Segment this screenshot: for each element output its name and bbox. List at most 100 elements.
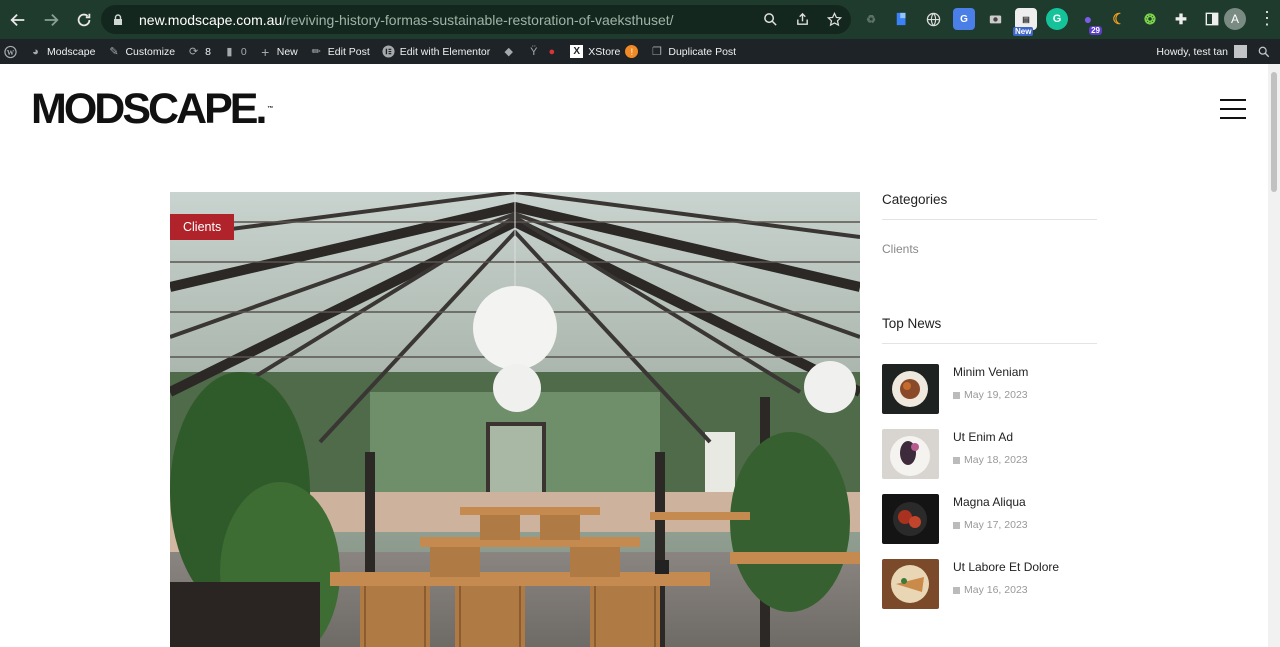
reload-button[interactable]	[69, 5, 99, 35]
howdy-user-link[interactable]: Howdy, test tan	[1156, 46, 1234, 58]
forward-button[interactable]	[36, 5, 66, 35]
wordpress-icon: W	[4, 45, 17, 58]
updates-link[interactable]: ⟳ 8	[181, 39, 217, 64]
xstore-icon: X	[570, 45, 584, 58]
pencil-icon: ✏	[311, 46, 321, 58]
bookmark-star-icon[interactable]	[825, 10, 843, 28]
news-item[interactable]: Minim Veniam May 19, 2023	[882, 364, 1097, 429]
news-thumbnail[interactable]	[882, 364, 939, 414]
comments-link[interactable]: ▮ 0	[217, 39, 253, 64]
reload-icon	[77, 13, 91, 26]
news-item[interactable]: Ut Labore Et Dolore May 16, 2023	[882, 559, 1097, 624]
sidepanel-icon[interactable]	[1201, 8, 1223, 30]
news-thumbnail[interactable]	[882, 494, 939, 544]
yoast-icon: Ÿ	[530, 45, 538, 58]
elementor-label: Edit with Elementor	[399, 45, 491, 58]
calendar-icon	[953, 586, 960, 594]
xstore-label: XStore	[588, 45, 621, 58]
wp-admin-bar: W ◕ Modscape ✎ Customize ⟳ 8 ▮ 0 + New ✏…	[0, 39, 1280, 64]
news-title[interactable]: Ut Enim Ad	[953, 430, 1028, 444]
grammarly-extension-icon[interactable]: G	[1046, 8, 1068, 30]
seo-plugin-button[interactable]: Ÿ ●	[521, 39, 564, 64]
new-content-link[interactable]: + New	[253, 39, 304, 64]
count-badge: 29	[1089, 26, 1102, 35]
user-avatar[interactable]	[1234, 45, 1247, 58]
news-date-text: May 18, 2023	[964, 454, 1028, 466]
elementor-link[interactable]: Edit with Elementor	[376, 39, 496, 64]
page-scrollbar[interactable]	[1268, 64, 1280, 647]
xstore-link[interactable]: X XStore !	[564, 39, 644, 64]
updates-icon: ⟳	[188, 46, 199, 58]
arrow-left-icon	[10, 13, 25, 26]
counter-extension-icon[interactable]: ● 29	[1077, 8, 1102, 35]
customize-link[interactable]: ✎ Customize	[101, 39, 181, 64]
lock-icon	[114, 13, 122, 25]
news-title[interactable]: Minim Veniam	[953, 365, 1028, 379]
edit-post-link[interactable]: ✏ Edit Post	[304, 39, 376, 64]
comments-count: 0	[240, 45, 247, 58]
browser-menu-icon[interactable]: ⋮	[1258, 9, 1276, 27]
calendar-icon	[953, 521, 960, 529]
diamond-plugin-button[interactable]: ◆	[496, 39, 521, 64]
news-date: May 16, 2023	[953, 584, 1059, 596]
address-bar[interactable]: new.modscape.com.au/reviving-history-for…	[101, 5, 851, 34]
plus-icon: +	[261, 43, 270, 60]
category-link-clients[interactable]: Clients	[882, 242, 1097, 256]
duplicate-post-link[interactable]: ❐ Duplicate Post	[644, 39, 742, 64]
doc-extension-icon[interactable]	[891, 8, 913, 30]
news-item[interactable]: Magna Aliqua May 17, 2023	[882, 494, 1097, 559]
calendar-icon	[953, 391, 960, 399]
url-host: new.modscape.com.au	[139, 11, 283, 28]
dashboard-icon: ◕	[32, 45, 39, 58]
search-icon[interactable]	[1257, 45, 1270, 58]
new-badge: New	[1013, 27, 1034, 36]
edit-post-label: Edit Post	[327, 45, 370, 58]
updates-count: 8	[205, 45, 211, 58]
share-icon[interactable]	[793, 10, 811, 28]
zoom-icon[interactable]	[761, 10, 779, 28]
site-name-label: Modscape	[47, 45, 96, 58]
puzzle-extensions-icon[interactable]: ✚	[1170, 8, 1192, 30]
news-item[interactable]: Ut Enim Ad May 18, 2023	[882, 429, 1097, 494]
translate-extension-icon[interactable]: G	[953, 8, 975, 30]
news-title[interactable]: Magna Aliqua	[953, 495, 1028, 509]
back-button[interactable]	[3, 5, 33, 35]
moon-extension-icon[interactable]: ☾	[1108, 8, 1130, 30]
camera-extension-icon[interactable]	[984, 8, 1006, 30]
featured-image	[170, 192, 860, 647]
category-badge[interactable]: Clients	[170, 214, 235, 240]
news-thumbnail[interactable]	[882, 429, 939, 479]
profile-avatar[interactable]: A	[1224, 8, 1246, 30]
wp-logo-button[interactable]: W	[0, 39, 23, 64]
top-news-heading: Top News	[882, 312, 1097, 344]
brush-icon: ✎	[109, 46, 119, 58]
scrollbar-thumb[interactable]	[1271, 72, 1277, 192]
globe-extension-icon[interactable]	[922, 8, 944, 30]
news-extension-icon[interactable]: ▤ New	[1013, 8, 1037, 36]
recycle-extension-icon[interactable]: ♻	[860, 8, 882, 30]
news-thumbnail[interactable]	[882, 559, 939, 609]
svg-text:W: W	[7, 47, 15, 56]
news-date: May 19, 2023	[953, 389, 1028, 401]
new-label: New	[276, 45, 298, 58]
news-date-text: May 19, 2023	[964, 389, 1028, 401]
browser-toolbar: new.modscape.com.au/reviving-history-for…	[0, 0, 1280, 39]
logo-trademark: ™	[267, 106, 274, 112]
news-date: May 18, 2023	[953, 454, 1028, 466]
comment-icon: ▮	[226, 46, 233, 58]
menu-toggle-icon[interactable]	[1220, 99, 1246, 119]
duplicate-icon: ❐	[651, 46, 662, 58]
news-date-text: May 16, 2023	[964, 584, 1028, 596]
diamond-icon: ◆	[504, 46, 513, 58]
news-date-text: May 17, 2023	[964, 519, 1028, 531]
news-date: May 17, 2023	[953, 519, 1028, 531]
news-title[interactable]: Ut Labore Et Dolore	[953, 560, 1059, 574]
colorful-extension-icon[interactable]: ❂	[1139, 8, 1161, 30]
greenhouse-illustration	[170, 192, 860, 647]
url-text: new.modscape.com.au/reviving-history-for…	[139, 12, 674, 28]
site-name-link[interactable]: ◕ Modscape	[23, 39, 101, 64]
duplicate-label: Duplicate Post	[668, 45, 737, 58]
url-path: /reviving-history-formas-sustainable-res…	[282, 11, 674, 28]
site-logo[interactable]: MODSCAPE. ™	[31, 86, 273, 132]
top-news-list: Minim Veniam May 19, 2023 Ut Enim Ad May…	[882, 364, 1097, 624]
